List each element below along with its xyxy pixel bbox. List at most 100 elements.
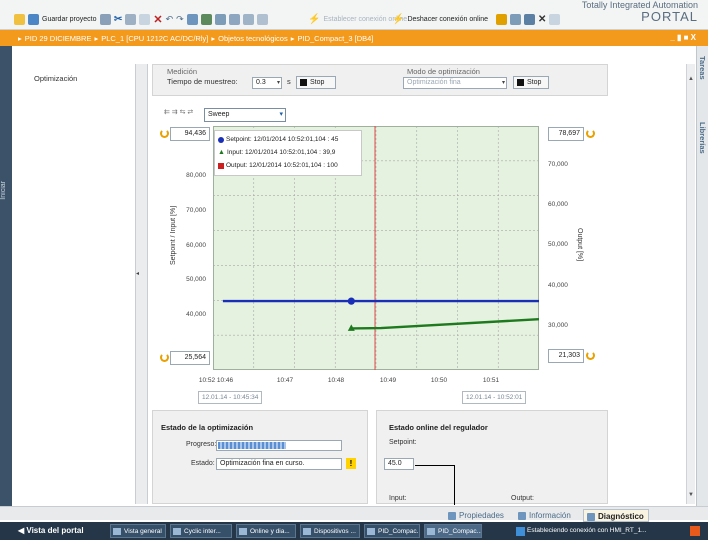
breadcrumb-project[interactable]: PID 29 DICIEMBRE — [25, 34, 92, 43]
connector-line — [454, 465, 455, 505]
scroll-up-icon[interactable]: ▲ — [688, 76, 694, 82]
toolbar-edit-group: ✂ ✕ ↶ ↷ — [100, 12, 268, 26]
undo-icon[interactable]: ↶ — [166, 14, 174, 25]
go-offline-icon: ⚡ — [392, 13, 405, 25]
delete-icon[interactable]: ✕ — [153, 13, 162, 26]
breadcrumb-tech-objects[interactable]: Objetos tecnológicos — [218, 34, 288, 43]
chart-mode-select[interactable]: Sweep ▾ — [204, 108, 286, 122]
stop-measure-button[interactable]: Stop — [296, 76, 336, 89]
redo-icon[interactable]: ↷ — [176, 14, 184, 25]
x-tick-label: 10:49 — [379, 377, 397, 384]
right-tick-label: 50,000 — [548, 241, 568, 248]
left-axis-title: Setpoint / Input [%] — [170, 205, 177, 265]
tuning-status-title: Estado de la optimización — [161, 423, 254, 432]
compile-icon[interactable] — [186, 13, 198, 25]
stop-tuning-button[interactable]: Stop — [513, 76, 549, 89]
simulate-icon[interactable] — [228, 13, 240, 25]
legend-input: ▲ Input: 12/01/2014 10:52:01,104 : 39,9 — [218, 149, 335, 156]
tab-info[interactable]: Información — [515, 509, 575, 522]
axis-lock-icon[interactable] — [160, 353, 169, 362]
axis-lock-icon[interactable] — [586, 351, 595, 360]
task-devices[interactable]: Dispositivos ... — [300, 524, 360, 538]
nav-splitter[interactable]: ◂ — [136, 64, 148, 504]
tab-diagnostics[interactable]: Diagnóstico — [583, 509, 649, 522]
online-status-title: Estado online del regulador — [389, 423, 488, 432]
right-axis-max-input[interactable]: 78,697 — [548, 127, 584, 141]
save-icon[interactable] — [28, 13, 39, 25]
right-tick-label: 40,000 — [548, 282, 568, 289]
nav-item-optimization[interactable]: Optimización — [34, 74, 77, 83]
tasks-tab[interactable]: Tareas — [698, 56, 707, 80]
go-offline-button[interactable]: ⚡ Deshacer conexión online — [392, 12, 488, 26]
cut-icon[interactable]: ✂ — [114, 14, 122, 25]
paste-icon[interactable] — [139, 13, 151, 25]
left-axis-max-input[interactable]: 94,436 — [170, 127, 210, 141]
breadcrumb-arrow-icon: ▸ — [18, 33, 22, 43]
setpoint-value-field: 45.0 — [384, 458, 414, 470]
start-tab[interactable]: Iniciar — [0, 181, 12, 200]
task-overview[interactable]: Vista general — [110, 524, 166, 538]
start-cpu-icon[interactable] — [242, 13, 254, 25]
online-status-section: Estado online del regulador Setpoint: In… — [376, 410, 608, 505]
progress-fill — [218, 442, 287, 449]
alert-icon[interactable] — [690, 526, 700, 536]
chart-zoom-icons[interactable]: ⇇ ⇉ ⇆ ⇄ — [164, 108, 193, 122]
task-pid-compact-2[interactable]: PID_Compac... — [424, 524, 482, 538]
right-tick-label: 60,000 — [548, 201, 568, 208]
save-project-button[interactable]: Guardar proyecto — [42, 16, 96, 23]
scroll-down-icon[interactable]: ▼ — [688, 492, 694, 498]
chart-toolbar: ⇇ ⇉ ⇆ ⇄ — [164, 108, 193, 122]
tab-properties[interactable]: Propiedades — [445, 509, 508, 522]
breadcrumb-separator: ▸ — [290, 33, 295, 43]
axis-lock-icon[interactable] — [160, 129, 169, 138]
download-icon[interactable] — [200, 13, 212, 25]
progress-label: Progreso: — [186, 441, 217, 448]
task-cyclic-interrupt[interactable]: Cyclic inter... — [170, 524, 232, 538]
axis-lock-icon[interactable] — [586, 129, 595, 138]
square-marker-icon — [218, 162, 224, 169]
dropdown-arrow-icon: ▾ — [276, 80, 280, 86]
breadcrumb-pid[interactable]: PID_Compact_3 [DB4] — [298, 34, 374, 43]
portal-view-button[interactable]: ◀ Vista del portal — [18, 524, 84, 538]
input-label: Input: — [389, 495, 407, 502]
collapse-arrow-icon[interactable]: ◂ — [136, 270, 139, 277]
time-range-start-input[interactable]: 12.01.14 - 10:45:34 — [198, 391, 262, 404]
right-task-strip: Tareas Librerías — [696, 46, 708, 520]
tuning-mode-value: Optimización fina — [407, 79, 461, 86]
right-axis-min-input[interactable]: 21,303 — [548, 349, 584, 363]
time-range-end-input[interactable]: 12.01.14 - 10:52:01 — [462, 391, 526, 404]
tuning-status-field: Optimización fina en curso. — [216, 458, 342, 470]
upload-icon[interactable] — [214, 13, 226, 25]
new-project-icon[interactable] — [14, 13, 25, 25]
editor-window-controls[interactable]: _ ▮ ■ X — [670, 33, 696, 42]
sample-time-value: 0.3 — [256, 79, 266, 86]
print-icon[interactable] — [100, 13, 111, 25]
task-online-diagnostics[interactable]: Online y dia... — [236, 524, 296, 538]
task-pid-compact-1[interactable]: PID_Compac... — [364, 524, 420, 538]
main-toolbar: Guardar proyecto ✂ ✕ ↶ ↷ ⚡ Establecer co… — [0, 0, 708, 30]
right-tick-label: 30,000 — [548, 322, 568, 329]
setpoint-start-marker — [347, 297, 355, 305]
sample-time-select[interactable]: 0.3 ▾ — [252, 77, 282, 89]
tuning-mode-select[interactable]: Optimización fina ▾ — [403, 77, 507, 89]
split-editor-icon[interactable] — [524, 13, 535, 25]
measurement-title: Medición — [167, 67, 198, 76]
accessible-devices-icon[interactable] — [496, 13, 507, 25]
copy-icon[interactable] — [125, 13, 137, 25]
libraries-tab[interactable]: Librerías — [698, 122, 707, 154]
stop-cpu-icon[interactable] — [256, 13, 268, 25]
breadcrumb-separator: ▸ — [94, 33, 99, 43]
window-icon[interactable] — [549, 13, 561, 25]
left-axis-min-input[interactable]: 25,564 — [170, 351, 210, 365]
vertical-scrollbar[interactable]: ▲ ▼ — [686, 64, 695, 504]
cross-reference-icon[interactable] — [510, 13, 521, 25]
legend-output-text: Output: 12/01/2014 10:52:01,104 : 100 — [226, 162, 338, 169]
x-tick-label: 10:51 — [482, 377, 500, 384]
measurement-section: Medición Tiempo de muestreo: 0.3 ▾ s Sto… — [152, 64, 608, 96]
chart-mode-value: Sweep — [208, 111, 230, 118]
close-editor-icon[interactable]: ✕ — [538, 14, 546, 25]
tuning-progress-bar — [216, 440, 342, 451]
legend-setpoint-text: Setpoint: 12/01/2014 10:52:01,104 : 45 — [226, 136, 339, 143]
breadcrumb-plc[interactable]: PLC_1 [CPU 1212C AC/DC/Rly] — [101, 34, 208, 43]
tuning-status-section: Estado de la optimización Progreso: Esta… — [152, 410, 368, 504]
